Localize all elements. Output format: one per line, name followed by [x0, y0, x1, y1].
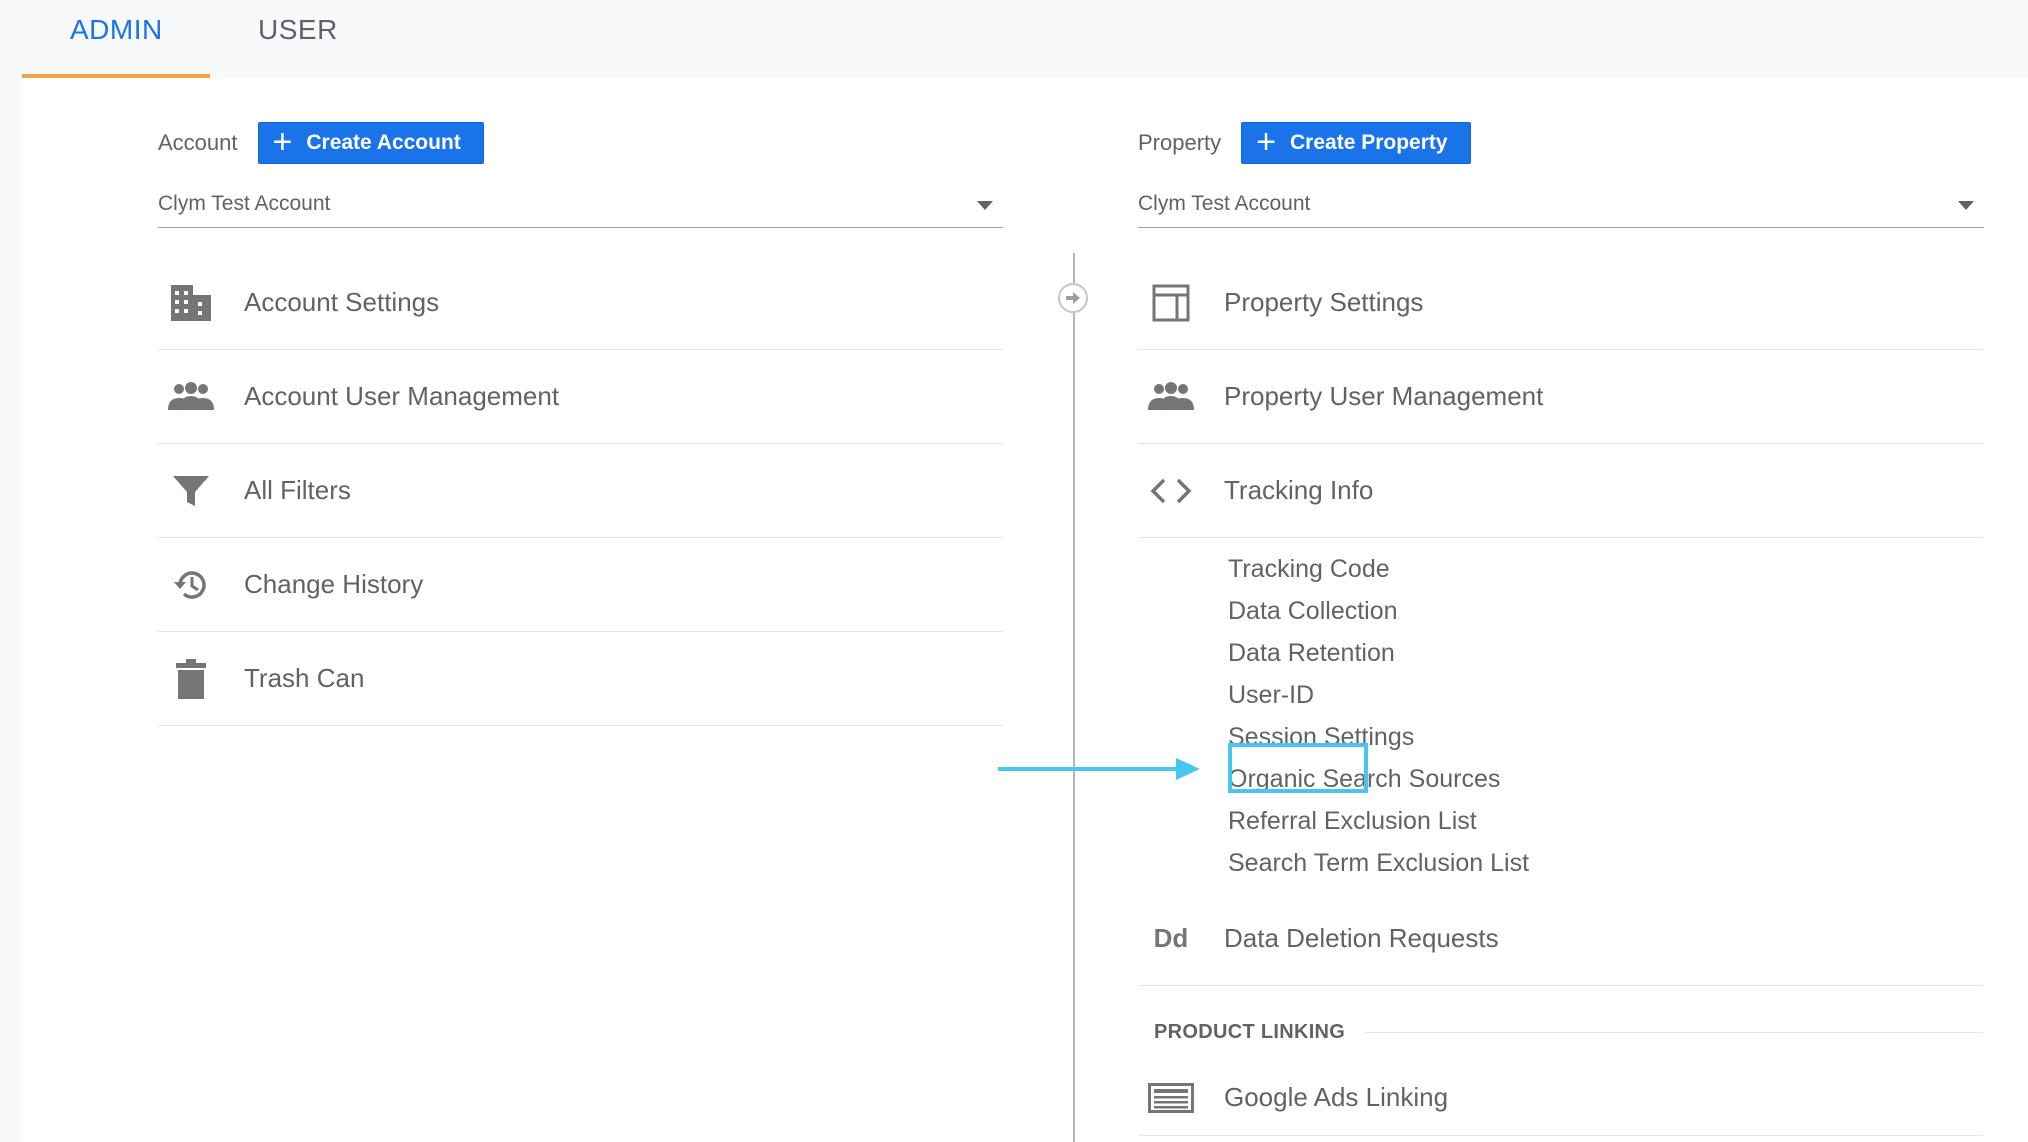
account-settings-item[interactable]: Account Settings — [158, 256, 1003, 350]
all-filters-item[interactable]: All Filters — [158, 444, 1003, 538]
data-retention-link[interactable]: Data Retention — [1138, 632, 1983, 674]
create-account-label: Create Account — [306, 131, 461, 154]
product-linking-heading: PRODUCT LINKING — [1138, 1004, 1983, 1060]
property-user-management-item[interactable]: Property User Management — [1138, 350, 1983, 444]
trash-can-label: Trash Can — [244, 663, 365, 693]
code-icon — [1138, 477, 1204, 505]
account-label: Account — [158, 130, 238, 155]
all-filters-label: All Filters — [244, 475, 351, 505]
history-icon — [158, 567, 224, 603]
account-user-management-item[interactable]: Account User Management — [158, 350, 1003, 444]
plus-icon: + — [272, 122, 293, 161]
create-property-button[interactable]: + Create Property — [1241, 122, 1471, 164]
people-icon — [1138, 381, 1204, 412]
property-settings-label: Property Settings — [1224, 287, 1424, 317]
referral-exclusion-list-link[interactable]: Referral Exclusion List — [1138, 800, 1983, 842]
annotation-arrow-icon — [998, 758, 1200, 780]
dropdown-arrow-icon — [1958, 201, 1974, 210]
property-column: Property + Create Property Clym Test Acc… — [1138, 78, 2004, 1142]
tab-user[interactable]: USER — [258, 0, 358, 78]
column-divider — [1073, 253, 1075, 1142]
change-history-label: Change History — [244, 569, 424, 599]
dropdown-arrow-icon — [977, 201, 993, 210]
filter-icon — [158, 474, 224, 508]
google-ads-linking-label: Google Ads Linking — [1224, 1082, 1449, 1112]
data-collection-link[interactable]: Data Collection — [1138, 590, 1983, 632]
account-selector[interactable]: Clym Test Account — [158, 186, 1003, 228]
property-menu: Property Settings Property User Manageme… — [1138, 256, 1983, 1136]
property-settings-item[interactable]: Property Settings — [1138, 256, 1983, 350]
dd-icon: Dd — [1138, 923, 1204, 954]
account-header: Account + Create Account — [158, 122, 484, 164]
building-icon — [158, 283, 224, 323]
tracking-info-item[interactable]: Tracking Info — [1138, 444, 1983, 538]
account-settings-label: Account Settings — [244, 287, 440, 317]
data-deletion-requests-label: Data Deletion Requests — [1224, 923, 1499, 953]
admin-panel: Account + Create Account Clym Test Accou… — [22, 78, 2028, 1142]
tracking-code-link[interactable]: Tracking Code — [1138, 548, 1983, 590]
data-deletion-requests-item[interactable]: Dd Data Deletion Requests — [1138, 892, 1983, 986]
property-label: Property — [1138, 130, 1222, 155]
plus-icon: + — [1256, 122, 1277, 161]
layout-icon — [1138, 284, 1204, 322]
account-menu: Account Settings Account User Management — [158, 256, 1003, 726]
account-column: Account + Create Account Clym Test Accou… — [158, 78, 1003, 1142]
trash-can-item[interactable]: Trash Can — [158, 632, 1003, 726]
section-divider — [1365, 1031, 1983, 1033]
account-selected-value: Clym Test Account — [158, 192, 331, 215]
product-linking-heading-text: PRODUCT LINKING — [1154, 1020, 1346, 1043]
trash-icon — [158, 658, 224, 700]
user-id-link[interactable]: User-ID — [1138, 674, 1983, 716]
create-account-button[interactable]: + Create Account — [257, 122, 484, 164]
create-property-label: Create Property — [1290, 131, 1448, 154]
search-term-exclusion-list-link[interactable]: Search Term Exclusion List — [1138, 842, 1983, 884]
google-ads-linking-item[interactable]: Google Ads Linking — [1138, 1060, 1983, 1136]
property-selected-value: Clym Test Account — [1138, 192, 1311, 215]
tab-admin[interactable]: ADMIN — [70, 0, 210, 78]
tracking-info-label: Tracking Info — [1224, 475, 1374, 505]
arrow-right-circle-icon — [1058, 283, 1088, 313]
property-selector[interactable]: Clym Test Account — [1138, 186, 1984, 228]
property-user-management-label: Property User Management — [1224, 381, 1544, 411]
dd-icon-text: Dd — [1153, 923, 1189, 953]
property-header: Property + Create Property — [1138, 122, 1471, 164]
tracking-info-submenu: Tracking Code Data Collection Data Reten… — [1138, 538, 1983, 892]
ads-icon — [1138, 1082, 1204, 1113]
account-user-management-label: Account User Management — [244, 381, 560, 411]
admin-tab-bar: ADMIN USER — [22, 0, 2028, 78]
user-id-highlight-box — [1228, 743, 1368, 793]
people-icon — [158, 381, 224, 412]
change-history-item[interactable]: Change History — [158, 538, 1003, 632]
